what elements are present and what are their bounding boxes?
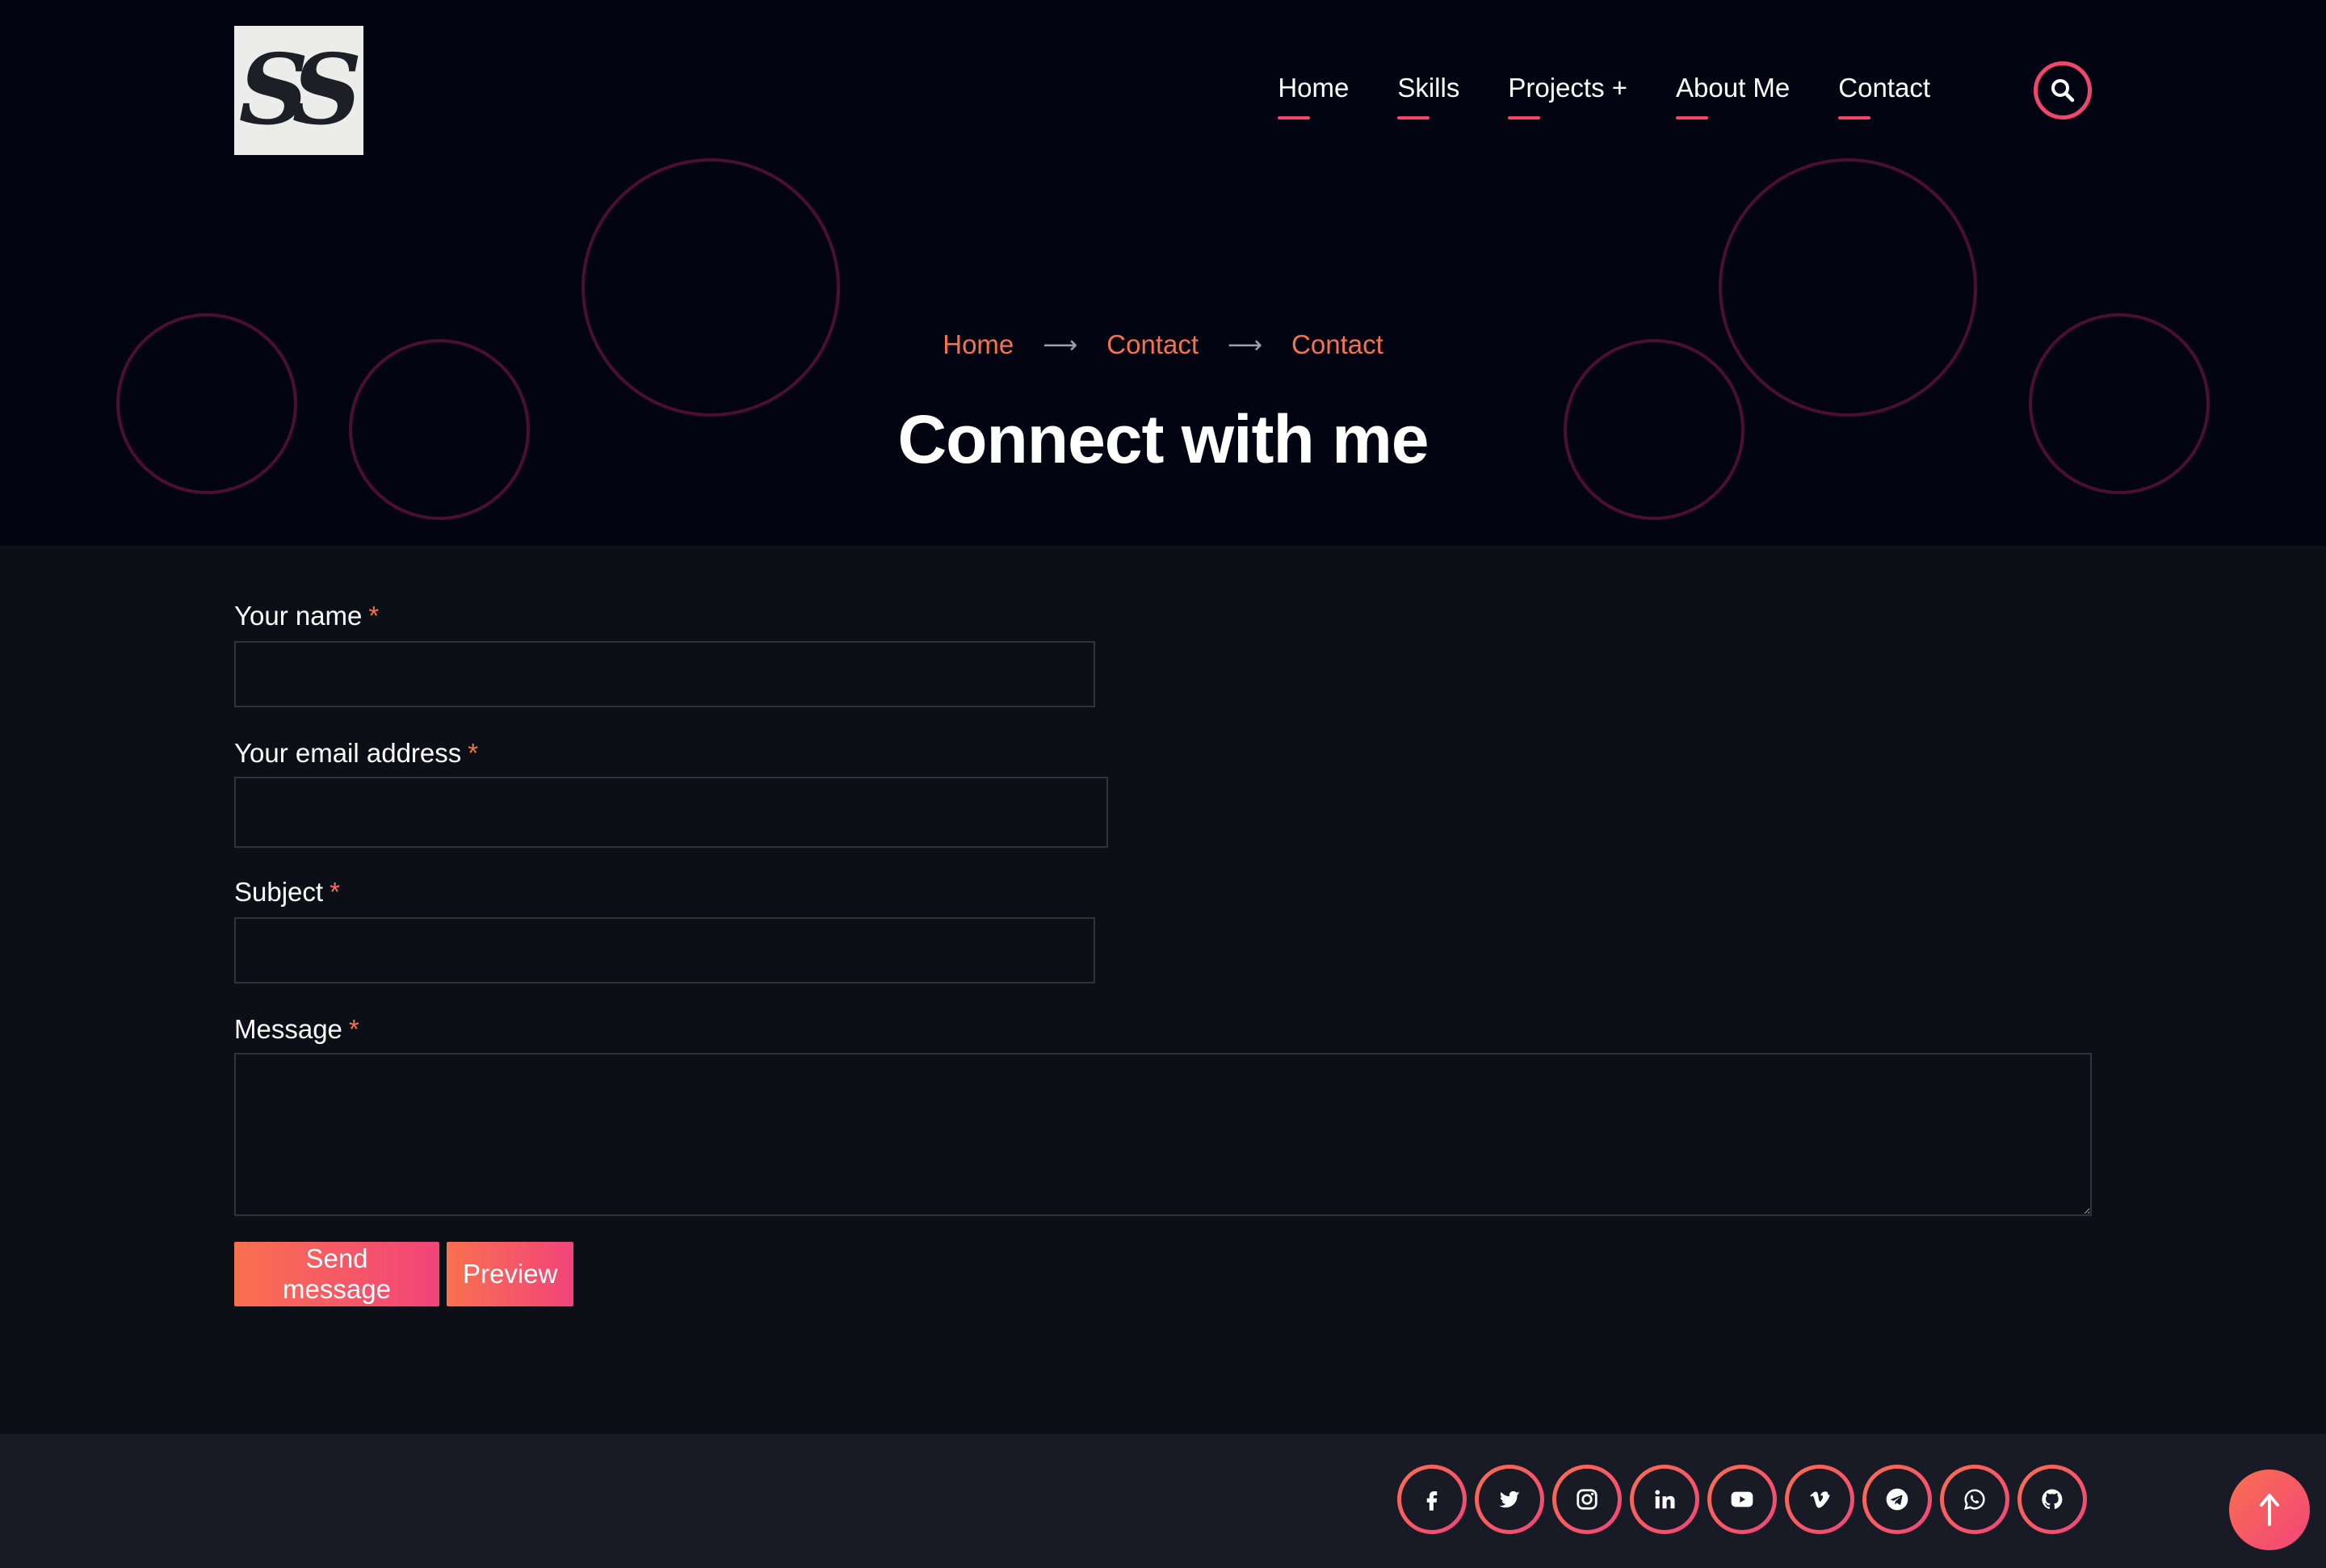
required-marker: * (348, 1014, 359, 1044)
breadcrumb-current: Contact (1291, 329, 1383, 359)
nav-item-projects[interactable]: Projects + (1508, 58, 1627, 119)
email-label-text: Your email address (234, 738, 462, 768)
decorative-circle (1719, 158, 1977, 417)
page-title: Connect with me (897, 401, 1429, 477)
required-marker: * (468, 738, 479, 768)
vimeo-link[interactable] (1785, 1465, 1854, 1534)
back-to-top-button[interactable] (2229, 1469, 2310, 1550)
message-label-text: Message (234, 1014, 342, 1044)
whatsapp-link[interactable] (1940, 1465, 2009, 1534)
nav-item-about-me[interactable]: About Me (1676, 58, 1790, 119)
vimeo-icon (1810, 1491, 1830, 1508)
email-input[interactable] (234, 777, 1108, 848)
github-link[interactable] (2017, 1465, 2087, 1534)
whatsapp-icon (1963, 1489, 1985, 1511)
social-links (1397, 1465, 2087, 1534)
nav-item-home[interactable]: Home (1278, 58, 1349, 119)
youtube-link[interactable] (1707, 1465, 1777, 1534)
send-message-button[interactable]: Send message (234, 1242, 439, 1306)
telegram-icon (1886, 1488, 1908, 1511)
linkedin-icon (1655, 1490, 1675, 1509)
breadcrumb-separator: ⟶ (1043, 331, 1078, 358)
facebook-link[interactable] (1397, 1465, 1467, 1534)
twitter-link[interactable] (1475, 1465, 1544, 1534)
required-marker: * (330, 877, 340, 907)
breadcrumb-home[interactable]: Home (943, 329, 1014, 360)
footer (0, 1434, 2326, 1568)
linkedin-link[interactable] (1630, 1465, 1699, 1534)
message-textarea[interactable] (234, 1053, 2092, 1216)
page-header: SS Home Skills Projects + About Me Conta… (0, 0, 2326, 546)
name-label: Your name * (234, 601, 379, 631)
email-label: Your email address * (234, 738, 478, 769)
subject-label: Subject * (234, 877, 340, 908)
breadcrumb-separator: ⟶ (1228, 331, 1263, 358)
instagram-icon (1577, 1489, 1598, 1510)
main-nav: Home Skills Projects + About Me Contact (1278, 58, 1930, 123)
search-button[interactable] (2034, 61, 2092, 119)
facebook-icon (1426, 1491, 1438, 1511)
decorative-circle (582, 158, 840, 417)
github-icon (2042, 1489, 2063, 1509)
nav-item-contact[interactable]: Contact (1838, 58, 1930, 119)
name-label-text: Your name (234, 601, 363, 631)
preview-button[interactable]: Preview (447, 1242, 573, 1306)
twitter-icon (1499, 1490, 1520, 1508)
instagram-link[interactable] (1552, 1465, 1622, 1534)
message-label: Message * (234, 1014, 359, 1045)
youtube-icon (1731, 1491, 1753, 1507)
required-marker: * (368, 601, 380, 631)
subject-input[interactable] (234, 917, 1095, 983)
nav-item-skills[interactable]: Skills (1397, 58, 1459, 119)
breadcrumb-contact[interactable]: Contact (1106, 329, 1199, 360)
arrow-up-icon (2260, 1494, 2279, 1526)
search-icon (2051, 79, 2075, 103)
logo-monogram: SS (238, 33, 363, 147)
subject-label-text: Subject (234, 877, 324, 907)
telegram-link[interactable] (1862, 1465, 1932, 1534)
site-logo[interactable]: SS (234, 26, 363, 155)
breadcrumb: Home ⟶ Contact ⟶ Contact (0, 329, 2326, 360)
name-input[interactable] (234, 641, 1095, 707)
